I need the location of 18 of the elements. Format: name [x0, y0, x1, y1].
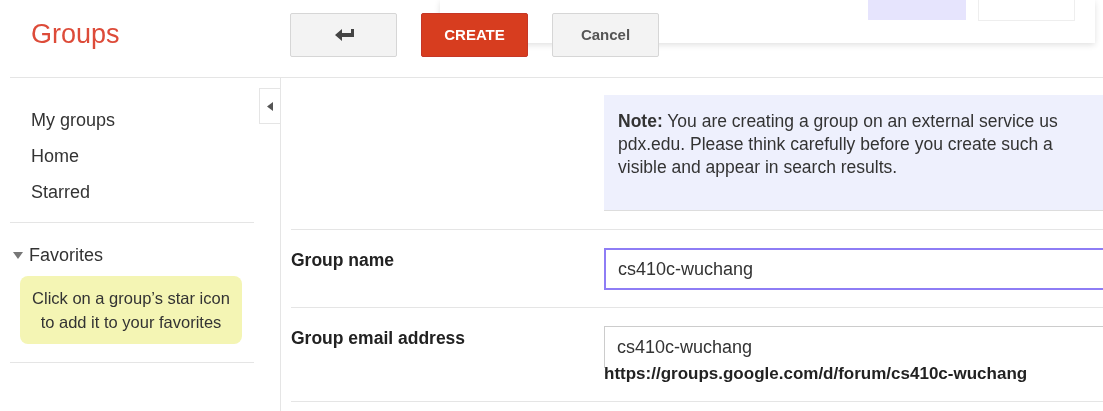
- note-text: visible and appear in search results.: [618, 156, 898, 179]
- favorites-heading[interactable]: Favorites: [29, 245, 104, 266]
- note-text: Note: You are creating a group on an external service us: [618, 110, 1058, 133]
- favorites-hint: Click on a group’s star icon to add it to your favorites: [20, 276, 242, 344]
- app-title: Groups: [30, 19, 121, 50]
- caret-icon: [267, 101, 273, 111]
- input-field[interactable]: cs410c-wuchang: [604, 326, 1103, 368]
- note-text: pdx.edu. Please think carefully before you create such a: [618, 133, 1053, 156]
- sidebar-item[interactable]: Starred: [31, 180, 254, 204]
- back-button[interactable]: [290, 12, 397, 57]
- sidebar-item[interactable]: Home: [31, 144, 254, 168]
- collapse-button[interactable]: [259, 88, 280, 124]
- create-button[interactable]: CREATE: [421, 12, 528, 57]
- field-label: Group name: [291, 249, 396, 272]
- field-label: Group email address: [291, 327, 467, 350]
- cancel-button[interactable]: Cancel: [552, 12, 659, 57]
- input-field[interactable]: cs410c-wuchang: [604, 248, 1103, 290]
- sidebar-item[interactable]: My groups: [31, 108, 254, 132]
